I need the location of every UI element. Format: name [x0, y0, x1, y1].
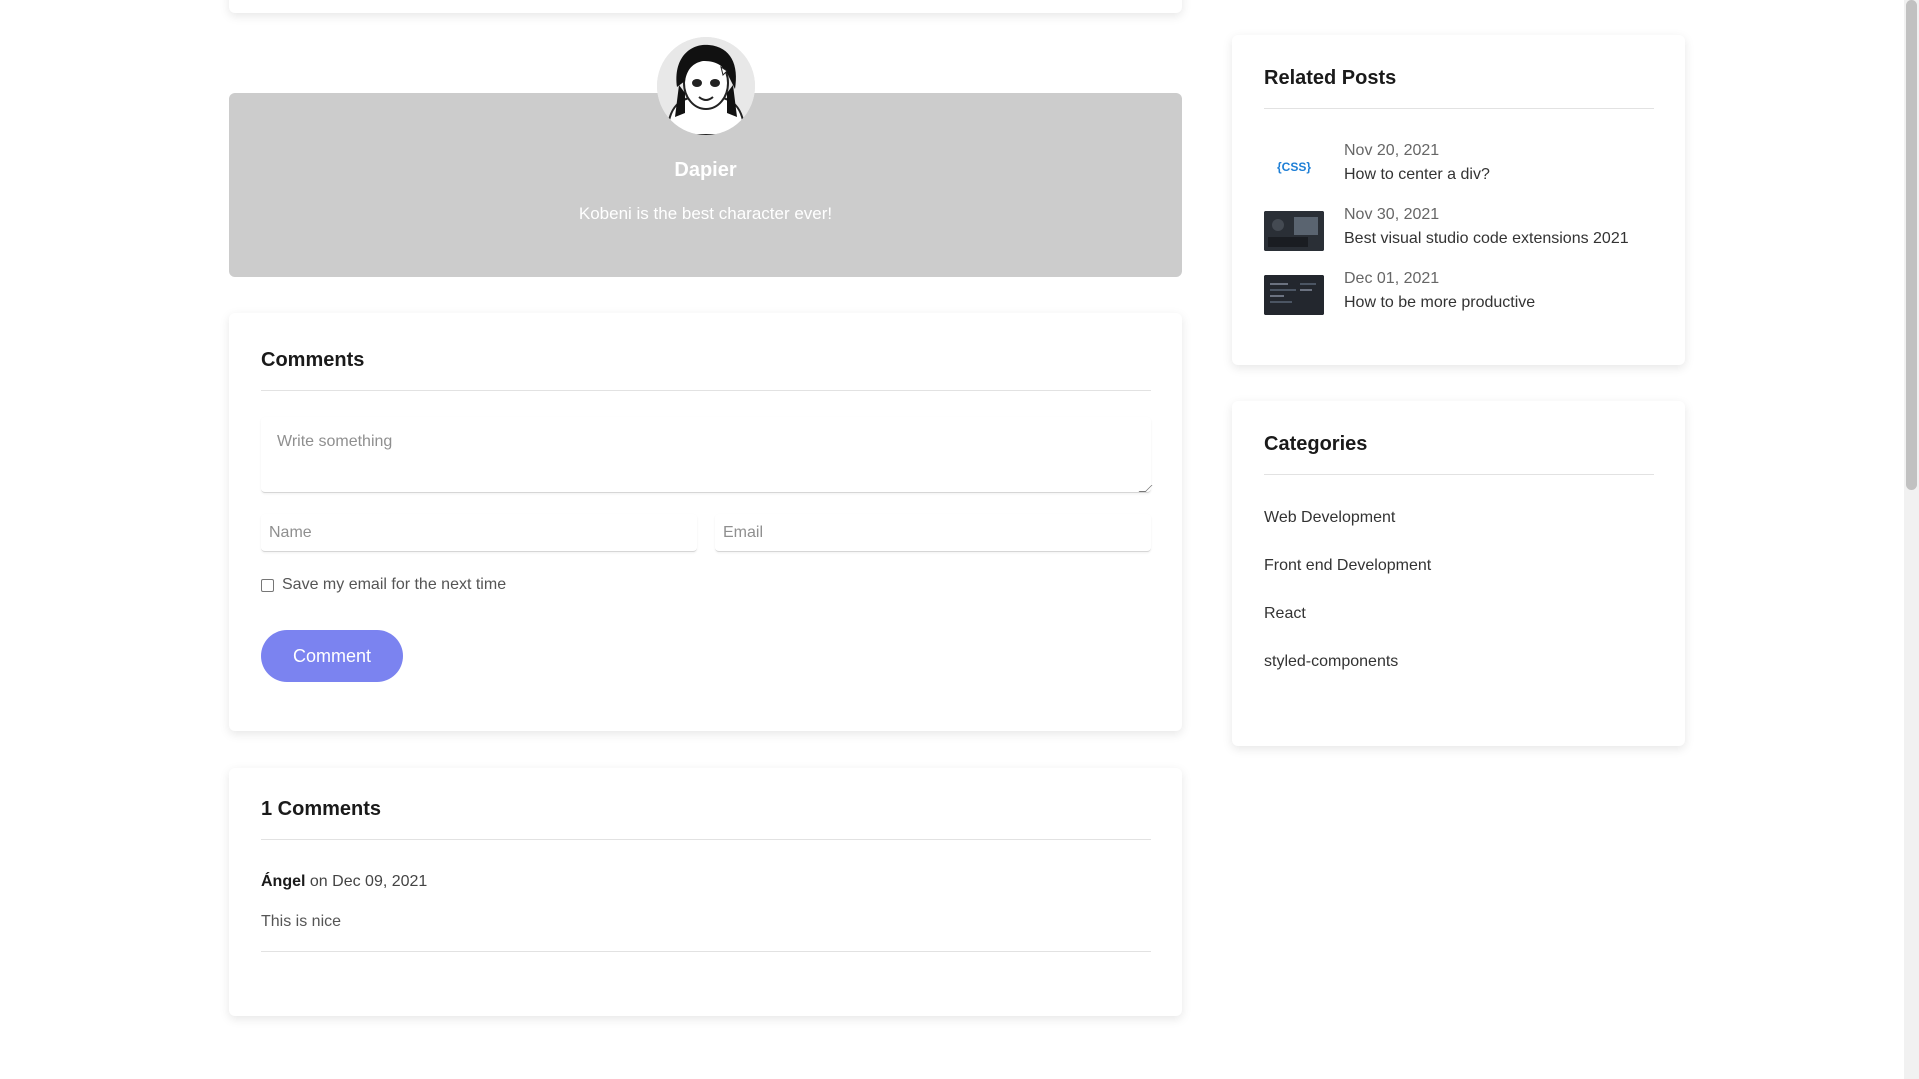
css-logo-thumbnail[interactable]: {CSS}: [1264, 147, 1324, 187]
page: Dapier Kobeni is the best character ever…: [0, 0, 1919, 1079]
comments-list-card: 1 Comments Ángel on Dec 09, 2021 This is…: [229, 768, 1182, 1016]
related-posts-card: Related Posts {CSS} Nov 20, 2021 How to …: [1232, 35, 1685, 365]
related-post-title[interactable]: How to be more productive: [1344, 294, 1535, 312]
author-name: Dapier: [674, 159, 737, 181]
categories-title: Categories: [1264, 433, 1368, 455]
category-link[interactable]: Front end Development: [1264, 557, 1431, 575]
save-email-label: Save my email for the next time: [282, 576, 507, 593]
post-content-card: [229, 0, 1182, 13]
comment-name-input[interactable]: [261, 514, 697, 552]
comment-message-input[interactable]: [261, 417, 1151, 493]
categories-card: Categories Web Development Front end Dev…: [1232, 401, 1685, 746]
comment-date: on Dec 09, 2021: [305, 873, 428, 890]
category-link[interactable]: Web Development: [1264, 509, 1395, 527]
comment-form-title: Comments: [261, 349, 365, 371]
related-post-title[interactable]: How to center a div?: [1344, 166, 1490, 184]
comment-submit-button[interactable]: Comment: [261, 630, 403, 682]
related-post-title[interactable]: Best visual studio code extensions 2021: [1344, 230, 1629, 248]
category-link[interactable]: React: [1264, 605, 1306, 623]
author-bio: Kobeni is the best character ever!: [578, 204, 833, 223]
related-post-item[interactable]: Nov 30, 2021 Best visual studio code ext…: [1264, 206, 1629, 251]
code-screen-thumbnail[interactable]: [1264, 275, 1324, 315]
related-posts-title: Related Posts: [1264, 67, 1397, 89]
related-post-item[interactable]: {CSS} Nov 20, 2021 How to center a div?: [1264, 142, 1490, 187]
author-avatar: [657, 37, 755, 135]
avatar-illustration: [657, 37, 755, 135]
comment-text: This is nice: [261, 913, 342, 930]
comment-meta: Ángel on Dec 09, 2021: [261, 873, 427, 891]
desk-photo-thumbnail[interactable]: [1264, 211, 1324, 251]
category-link[interactable]: styled-components: [1264, 653, 1398, 671]
code-screen-icon: [1264, 275, 1324, 315]
related-post-date: Nov 20, 2021: [1344, 142, 1440, 159]
divider: [261, 951, 1151, 952]
save-email-checkbox[interactable]: [261, 578, 274, 592]
related-post-date: Dec 01, 2021: [1344, 270, 1440, 287]
divider: [261, 839, 1151, 840]
comment-email-input[interactable]: [715, 514, 1151, 552]
related-post-item[interactable]: Dec 01, 2021 How to be more productive: [1264, 270, 1535, 315]
save-email-row: Save my email for the next time: [261, 576, 506, 594]
related-post-date: Nov 30, 2021: [1344, 206, 1440, 223]
comment-form-card: Comments Save my email for the next time…: [229, 313, 1182, 731]
divider: [1264, 474, 1654, 475]
desk-photo-icon: [1264, 211, 1324, 251]
divider: [261, 390, 1151, 391]
page-scrollbar-thumb[interactable]: [1906, 0, 1917, 490]
comments-count-title: 1 Comments: [261, 798, 382, 820]
comment-author: Ángel: [261, 873, 306, 890]
divider: [1264, 108, 1654, 109]
